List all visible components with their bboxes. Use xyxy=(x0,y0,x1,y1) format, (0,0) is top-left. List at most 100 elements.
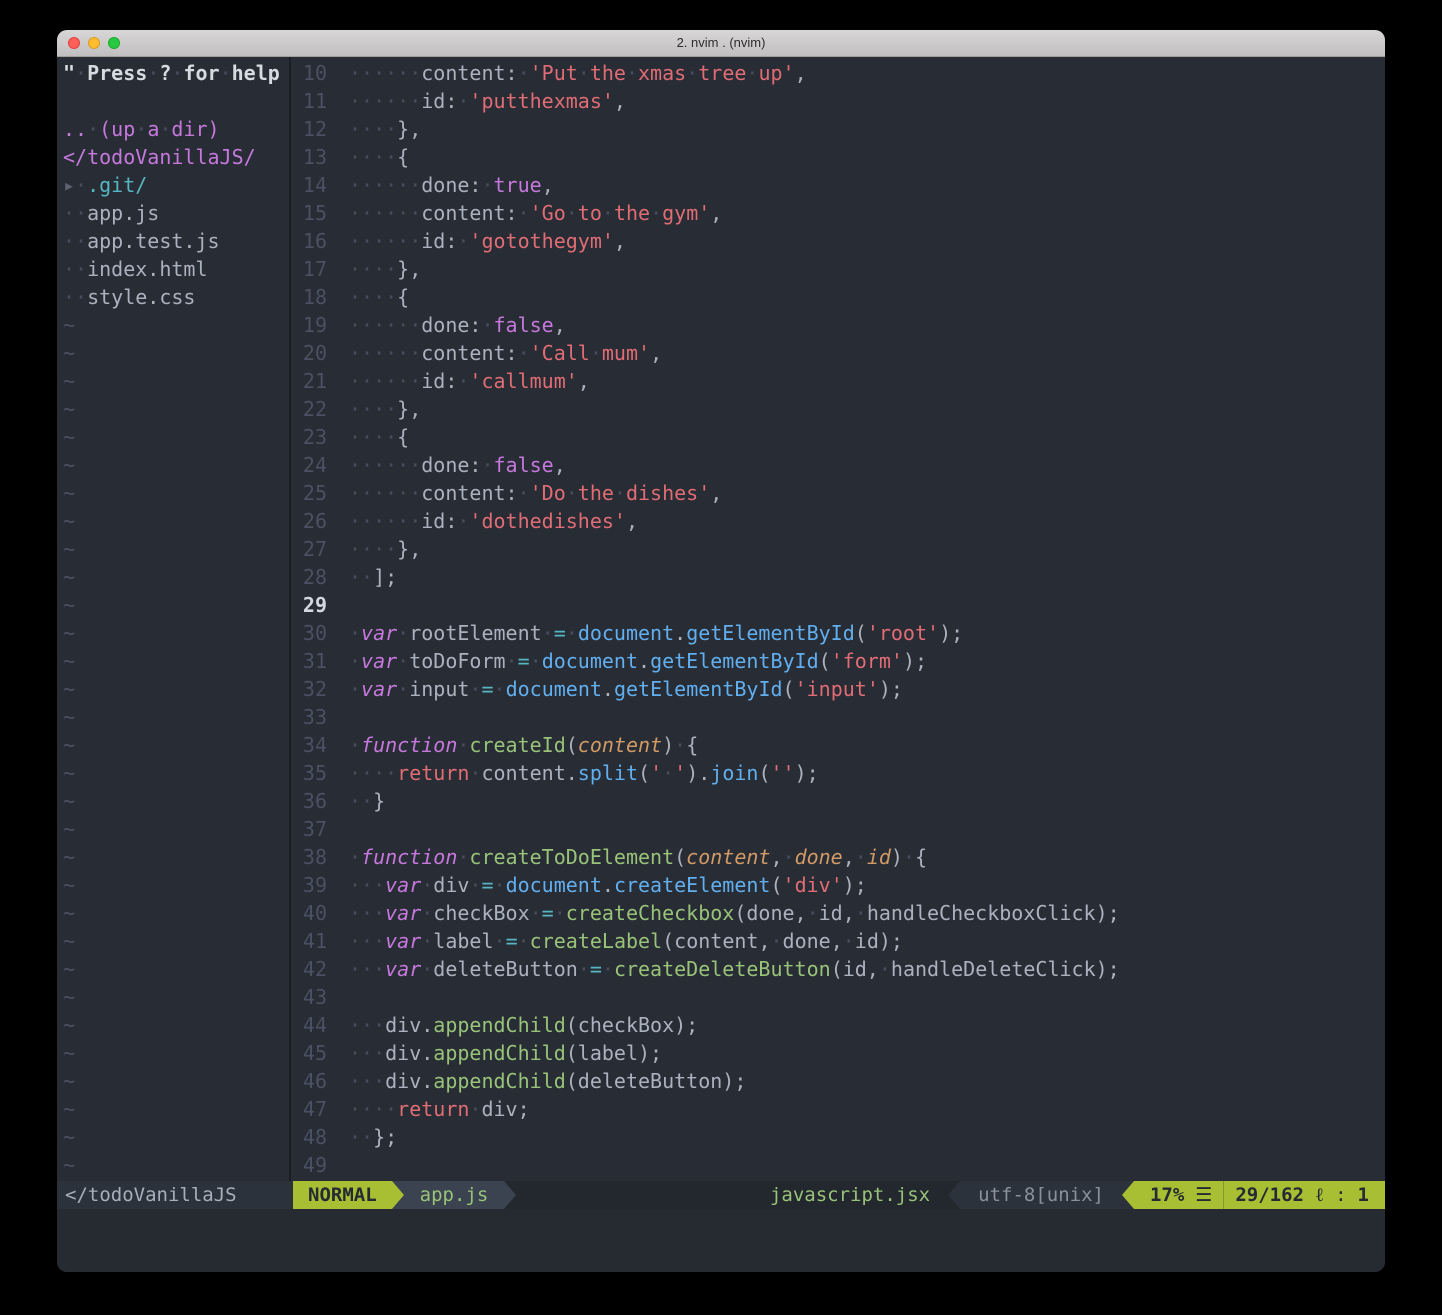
code-line[interactable]: 45···div.appendChild(label); xyxy=(291,1039,1385,1067)
code-token: = xyxy=(590,957,602,981)
command-line-area[interactable] xyxy=(57,1209,1385,1272)
status-encoding: utf-8[unix] xyxy=(960,1181,1122,1209)
code-line[interactable]: 21······id:·'callmum', xyxy=(291,367,1385,395)
code-line[interactable]: 29 xyxy=(291,591,1385,619)
line-number: 19 xyxy=(291,311,327,339)
code-line[interactable]: 17····}, xyxy=(291,255,1385,283)
code-line-text: ······id:·'callmum', xyxy=(349,367,1385,395)
code-token: , xyxy=(554,453,566,477)
whitespace-dot: ···· xyxy=(349,257,397,281)
code-line[interactable]: 32·var·input·=·document.getElementById('… xyxy=(291,675,1385,703)
code-token: dir) xyxy=(171,117,219,141)
explorer-file-app-js[interactable]: ··app.js xyxy=(63,199,289,227)
explorer-up-dir[interactable]: ..·(up·a·dir) xyxy=(63,115,289,143)
whitespace-dot: · xyxy=(650,201,662,225)
code-line[interactable]: 49 xyxy=(291,1151,1385,1179)
code-token: id, xyxy=(819,901,855,925)
code-editor-pane[interactable]: 10······content:·'Put·the·xmas·tree·up',… xyxy=(291,57,1385,1181)
code-line-text xyxy=(349,983,1385,1011)
code-line[interactable]: 20······content:·'Call·mum', xyxy=(291,339,1385,367)
code-line[interactable]: 23····{ xyxy=(291,423,1385,451)
code-line-text: ···div.appendChild(deleteButton); xyxy=(349,1067,1385,1095)
explorer-file-style-css[interactable]: ··style.css xyxy=(63,283,289,311)
code-line-text: ······content:·'Put·the·xmas·tree·up', xyxy=(349,59,1385,87)
code-line[interactable]: 25······content:·'Do·the·dishes', xyxy=(291,479,1385,507)
code-token: .. xyxy=(63,117,87,141)
code-token: , xyxy=(554,313,566,337)
code-line[interactable]: 30·var·rootElement·=·document.getElement… xyxy=(291,619,1385,647)
code-line[interactable]: 42···var·deleteButton·=·createDeleteButt… xyxy=(291,955,1385,983)
code-line[interactable]: 19······done:·false, xyxy=(291,311,1385,339)
code-line[interactable]: 48··}; xyxy=(291,1123,1385,1151)
code-line[interactable]: 24······done:·false, xyxy=(291,451,1385,479)
file-explorer-pane[interactable]: "·Press·?·for·help..·(up·a·dir)</todoVan… xyxy=(57,57,289,1181)
code-line[interactable]: 14······done:·true, xyxy=(291,171,1385,199)
line-number: 24 xyxy=(291,451,327,479)
status-filetype: javascript.jsx xyxy=(770,1181,948,1209)
explorer-dir-git[interactable]: ▸·.git/ xyxy=(63,171,289,199)
code-line[interactable]: 16······id:·'gotothegym', xyxy=(291,227,1385,255)
tilde-marker: ~ xyxy=(63,957,75,981)
code-line[interactable]: 34·function·createId(content)·{ xyxy=(291,731,1385,759)
close-button[interactable] xyxy=(68,37,80,49)
code-line[interactable]: 27····}, xyxy=(291,535,1385,563)
code-line[interactable]: 40···var·checkBox·=·createCheckbox(done,… xyxy=(291,899,1385,927)
empty-buffer-line: ~ xyxy=(63,1011,289,1039)
code-line[interactable]: 36··} xyxy=(291,787,1385,815)
zoom-button[interactable] xyxy=(108,37,120,49)
code-token: var xyxy=(385,901,421,925)
empty-buffer-line: ~ xyxy=(63,591,289,619)
code-line[interactable]: 44···div.appendChild(checkBox); xyxy=(291,1011,1385,1039)
whitespace-dot: · xyxy=(554,901,566,925)
code-line[interactable]: 43 xyxy=(291,983,1385,1011)
code-line[interactable]: 13····{ xyxy=(291,143,1385,171)
line-number: 45 xyxy=(291,1039,327,1067)
code-line[interactable]: 28··]; xyxy=(291,563,1385,591)
empty-buffer-line: ~ xyxy=(63,535,289,563)
line-number: 27 xyxy=(291,535,327,563)
whitespace-dot: · xyxy=(674,733,686,757)
whitespace-dot: · xyxy=(421,873,433,897)
code-line[interactable]: 26······id:·'dothedishes', xyxy=(291,507,1385,535)
code-token: div. xyxy=(385,1041,433,1065)
powerline-arrow-icon xyxy=(1122,1181,1134,1209)
code-line[interactable]: 39···var·div·=·document.createElement('d… xyxy=(291,871,1385,899)
powerline-arrow-icon xyxy=(504,1181,516,1209)
code-token: var xyxy=(361,621,397,645)
empty-buffer-line: ~ xyxy=(63,1151,289,1179)
code-line[interactable]: 37 xyxy=(291,815,1385,843)
code-token: , xyxy=(614,229,626,253)
code-token: , xyxy=(650,341,662,365)
code-line[interactable]: 15······content:·'Go·to·the·gym', xyxy=(291,199,1385,227)
code-line[interactable]: 31·var·toDoForm·=·document.getElementByI… xyxy=(291,647,1385,675)
tilde-marker: ~ xyxy=(63,649,75,673)
code-line[interactable]: 38·function·createToDoElement(content,·d… xyxy=(291,843,1385,871)
code-line[interactable]: 47····return·div; xyxy=(291,1095,1385,1123)
window-titlebar[interactable]: 2. nvim . (nvim) xyxy=(57,30,1385,57)
explorer-file-index-html[interactable]: ··index.html xyxy=(63,255,289,283)
code-token: 'Call xyxy=(530,341,590,365)
code-line[interactable]: 10······content:·'Put·the·xmas·tree·up', xyxy=(291,59,1385,87)
code-line-text: ····}, xyxy=(349,395,1385,423)
code-token: </todoVanillaJS/ xyxy=(63,145,256,169)
code-line[interactable]: 46···div.appendChild(deleteButton); xyxy=(291,1067,1385,1095)
explorer-root-dir[interactable]: </todoVanillaJS/ xyxy=(63,143,289,171)
code-line[interactable]: 12····}, xyxy=(291,115,1385,143)
tilde-marker: ~ xyxy=(63,789,75,813)
code-line[interactable]: 35····return·content.split('·').join('')… xyxy=(291,759,1385,787)
code-token: id: xyxy=(421,89,457,113)
code-token: gym' xyxy=(662,201,710,225)
whitespace-dot: ··· xyxy=(349,957,385,981)
minimize-button[interactable] xyxy=(88,37,100,49)
code-line[interactable]: 33 xyxy=(291,703,1385,731)
whitespace-dot: · xyxy=(457,733,469,757)
code-token: deleteButton xyxy=(433,957,578,981)
code-line[interactable]: 41···var·label·=·createLabel(content,·do… xyxy=(291,927,1385,955)
explorer-file-app-test-js[interactable]: ··app.test.js xyxy=(63,227,289,255)
code-token: mum' xyxy=(602,341,650,365)
code-line[interactable]: 22····}, xyxy=(291,395,1385,423)
code-line[interactable]: 11······id:·'putthexmas', xyxy=(291,87,1385,115)
code-token: div xyxy=(433,873,469,897)
code-token: var xyxy=(361,677,397,701)
code-line[interactable]: 18····{ xyxy=(291,283,1385,311)
